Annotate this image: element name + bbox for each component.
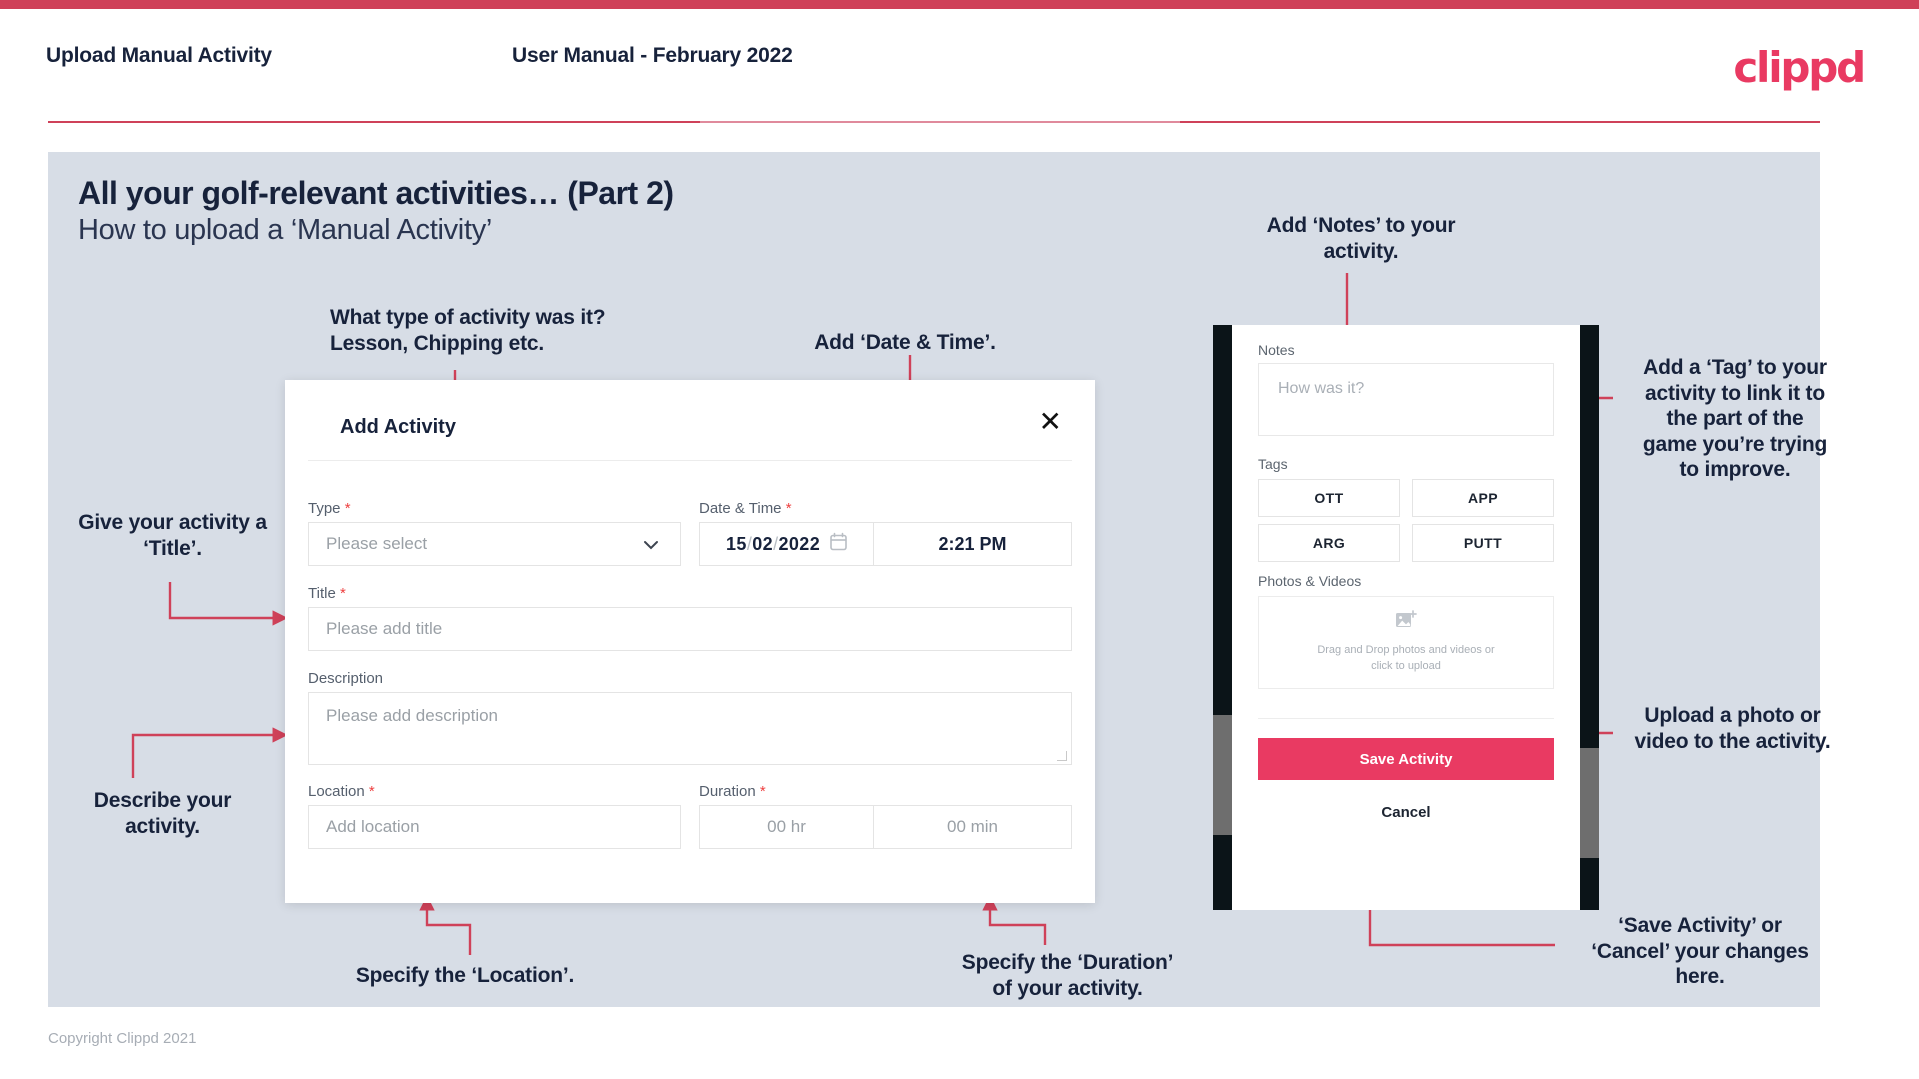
date-year: 2022 — [778, 533, 821, 554]
calendar-icon[interactable] — [830, 532, 847, 556]
cancel-label: Cancel — [1381, 804, 1431, 821]
time-input[interactable]: 2:21 PM — [874, 522, 1072, 566]
copyright-text: Copyright Clippd 2021 — [48, 1030, 197, 1047]
annotation-datetime: Add ‘Date & Time’. — [814, 331, 996, 354]
date-day: 15 — [726, 533, 747, 554]
dropzone-line-1: Drag and Drop photos and videos or — [1317, 644, 1495, 657]
manual-subtitle: User Manual - February 2022 — [512, 44, 793, 67]
duration-minutes-input[interactable]: 00 min — [874, 805, 1072, 849]
title-input[interactable]: Please add title — [308, 607, 1072, 651]
phone-power-button-right[interactable] — [1580, 748, 1599, 858]
location-required: * — [368, 783, 375, 800]
tag-arg[interactable]: ARG — [1258, 524, 1400, 562]
notes-placeholder: How was it? — [1278, 380, 1365, 397]
slide-heading: All your golf-relevant activities… (Part… — [78, 175, 674, 211]
chevron-down-icon[interactable] — [640, 523, 666, 565]
resize-grip-icon[interactable] — [1057, 751, 1067, 761]
tag-app-label: APP — [1468, 490, 1498, 506]
type-label: Type * — [308, 500, 351, 517]
phone-mockup: Notes How was it? Tags OTT APP ARG PUTT … — [1213, 325, 1599, 910]
description-label-text: Description — [308, 670, 384, 687]
clippd-logo: clippd — [1733, 43, 1866, 92]
save-activity-label: Save Activity — [1359, 750, 1453, 768]
type-label-text: Type — [308, 500, 341, 517]
date-month: 02 — [752, 533, 774, 554]
annotation-description: Describe your activity. — [93, 789, 232, 838]
duration-hours-value: 00 hr — [767, 817, 806, 836]
notes-input[interactable] — [1258, 363, 1554, 436]
tag-ott[interactable]: OTT — [1258, 479, 1400, 517]
type-placeholder: Please select — [326, 534, 428, 553]
datetime-label-text: Date & Time — [699, 500, 782, 517]
phone-volume-button-left[interactable] — [1213, 715, 1232, 835]
duration-minutes-value: 00 min — [946, 817, 999, 836]
title-label: Title * — [308, 585, 346, 602]
photo-dropzone[interactable]: Drag and Drop photos and videos or click… — [1258, 596, 1554, 689]
cancel-button[interactable]: Cancel — [1258, 804, 1554, 821]
duration-hours-input[interactable]: 00 hr — [699, 805, 874, 849]
date-value: 15/02/2022 — [700, 534, 820, 555]
title-label-text: Title — [308, 585, 336, 602]
date-input[interactable]: 15/02/2022 — [699, 522, 874, 566]
datetime-required: * — [785, 500, 792, 517]
location-placeholder: Add location — [326, 817, 420, 836]
tag-ott-label: OTT — [1314, 490, 1344, 506]
annotation-type: What type of activity was it? Lesson, Chi… — [330, 306, 606, 355]
close-icon[interactable]: ✕ — [1039, 408, 1062, 436]
annotation-title: Give your activity a ‘Title’. — [78, 511, 267, 560]
tag-putt-label: PUTT — [1463, 535, 1503, 551]
add-activity-dialog: Add Activity ✕ Type * Please select Date… — [285, 380, 1095, 903]
header-rule-soft — [700, 121, 1180, 123]
location-label-text: Location — [308, 783, 365, 800]
slide-subheading: How to upload a ‘Manual Activity’ — [78, 214, 493, 246]
duration-required: * — [759, 783, 766, 800]
description-textarea[interactable]: Please add description — [308, 692, 1072, 765]
tag-putt[interactable]: PUTT — [1412, 524, 1554, 562]
add-image-icon — [1395, 610, 1417, 635]
location-input[interactable]: Add location — [308, 805, 681, 849]
notes-label: Notes — [1258, 342, 1295, 358]
annotation-tags: Add a ‘Tag’ to your activity to link it t… — [1642, 356, 1828, 482]
save-activity-button[interactable]: Save Activity — [1258, 738, 1554, 780]
datetime-label: Date & Time * — [699, 500, 792, 517]
duration-label: Duration * — [699, 783, 766, 800]
top-accent-bar — [0, 0, 1919, 9]
location-label: Location * — [308, 783, 375, 800]
duration-label-text: Duration — [699, 783, 756, 800]
type-required: * — [344, 500, 351, 517]
tag-arg-label: ARG — [1312, 535, 1346, 551]
description-placeholder: Please add description — [326, 706, 499, 725]
phone-screen: Notes How was it? Tags OTT APP ARG PUTT … — [1232, 325, 1580, 910]
annotation-notes: Add ‘Notes’ to your activity. — [1266, 214, 1456, 263]
tag-app[interactable]: APP — [1412, 479, 1554, 517]
annotation-save-cancel: ‘Save Activity’ or ‘Cancel’ your changes h… — [1591, 914, 1809, 989]
dialog-divider — [308, 460, 1072, 461]
annotation-duration: Specify the ‘Duration’ of your activity. — [961, 951, 1174, 1000]
tags-label: Tags — [1258, 456, 1288, 472]
type-select[interactable]: Please select — [308, 522, 681, 566]
annotation-photos: Upload a photo or video to the activity. — [1634, 704, 1831, 753]
page-root: Upload Manual Activity User Manual - Feb… — [0, 0, 1919, 1079]
dialog-title: Add Activity — [340, 416, 456, 438]
description-label: Description — [308, 670, 383, 687]
dropzone-line-2: click to upload — [1371, 660, 1441, 672]
annotation-location: Specify the ‘Location’. — [355, 964, 575, 987]
title-required: * — [339, 585, 346, 602]
photos-label: Photos & Videos — [1258, 573, 1362, 589]
page-title: Upload Manual Activity — [46, 44, 272, 67]
time-value: 2:21 PM — [938, 533, 1007, 554]
phone-divider — [1258, 718, 1554, 719]
title-placeholder: Please add title — [326, 619, 443, 638]
